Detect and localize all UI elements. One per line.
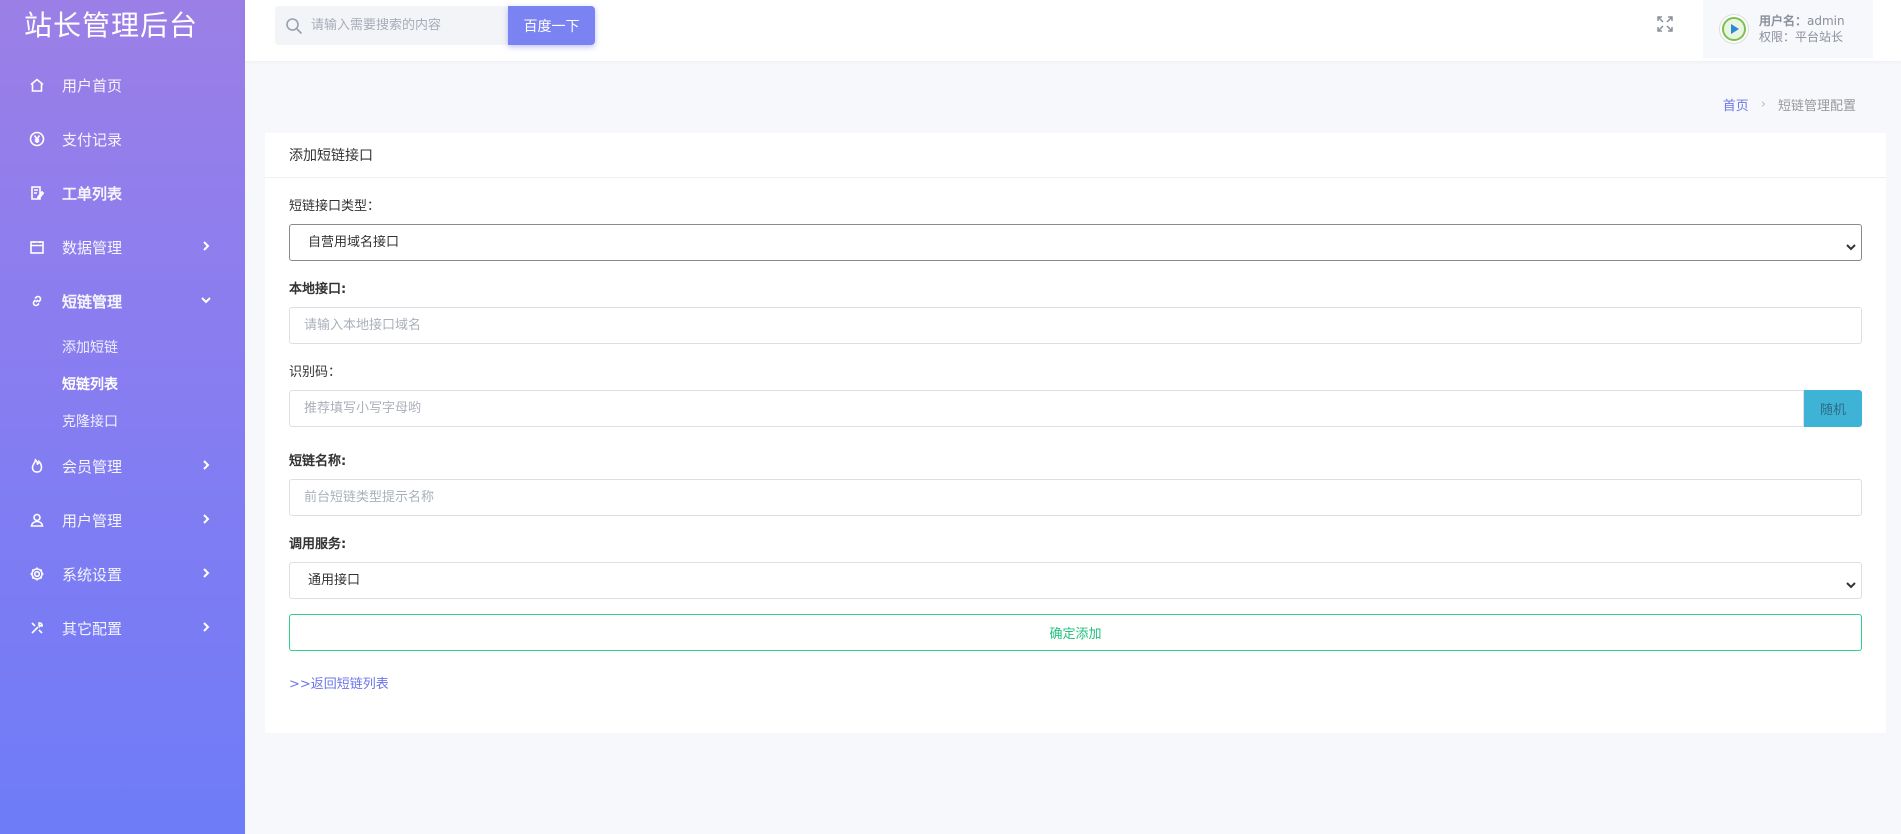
sidebar-subitem-shortlink-list[interactable]: 短链列表 <box>0 365 245 402</box>
user-profile[interactable]: 用户名：admin 权限：平台站长 <box>1703 0 1873 58</box>
sidebar-item-users[interactable]: 用户管理 <box>0 493 245 547</box>
breadcrumb-current: 短链管理配置 <box>1777 99 1856 114</box>
sidebar-item-data[interactable]: 数据管理 <box>0 220 245 274</box>
search-box <box>275 6 508 45</box>
chevron-right-icon <box>201 566 211 582</box>
chevron-right-icon <box>201 512 211 528</box>
random-button[interactable]: 随机 <box>1804 390 1862 427</box>
sidebar-item-label: 会员管理 <box>62 457 123 476</box>
sidebar-item-label: 用户管理 <box>62 511 123 530</box>
local-api-label: 本地接口: <box>289 282 347 297</box>
sidebar-item-label: 短链管理 <box>62 292 123 311</box>
home-icon <box>28 76 46 94</box>
search-button[interactable]: 百度一下 <box>508 6 595 45</box>
sidebar-item-label: 支付记录 <box>62 130 123 149</box>
sidebar: 站长管理后台 用户首页 支付记录 工单列表 数据管理 短链管理 添加短链 短链列… <box>0 0 245 834</box>
chevron-right-icon <box>201 458 211 474</box>
ticket-icon <box>28 184 46 202</box>
chevron-down-icon <box>201 293 211 309</box>
user-role: 平台站长 <box>1795 30 1844 44</box>
name-input[interactable] <box>289 479 1862 516</box>
flame-icon <box>28 457 46 475</box>
sidebar-item-members[interactable]: 会员管理 <box>0 439 245 493</box>
type-select[interactable]: 自营用域名接口 <box>289 224 1862 261</box>
chevron-down-icon <box>1846 575 1856 594</box>
user-icon <box>28 511 46 529</box>
code-row: 随机 <box>289 390 1862 427</box>
sidebar-item-home[interactable]: 用户首页 <box>0 58 245 112</box>
submit-button[interactable]: 确定添加 <box>289 614 1862 651</box>
sidebar-item-settings[interactable]: 系统设置 <box>0 547 245 601</box>
name-label: 短链名称: <box>289 454 347 469</box>
sidebar-item-label: 系统设置 <box>62 565 123 584</box>
gear-icon <box>28 565 46 583</box>
fullscreen-icon[interactable] <box>1656 15 1676 35</box>
breadcrumb: 首页 › 短链管理配置 <box>1723 95 1856 114</box>
sidebar-item-payments[interactable]: 支付记录 <box>0 112 245 166</box>
code-input[interactable] <box>289 390 1804 427</box>
user-name: admin <box>1807 14 1845 28</box>
tools-icon <box>28 619 46 637</box>
app-title: 站长管理后台 <box>24 9 199 42</box>
play-logo-icon <box>1722 17 1746 41</box>
add-shortlink-form: 短链接口类型： 自营用域名接口 本地接口: 识别码： 随机 短链名称: 调用服务… <box>265 200 1886 692</box>
calendar-icon <box>28 238 46 256</box>
sidebar-item-shortlinks[interactable]: 短链管理 <box>0 274 245 328</box>
code-label: 识别码： <box>289 365 342 380</box>
type-label: 短链接口类型： <box>289 199 381 214</box>
type-select-wrap: 自营用域名接口 <box>289 224 1862 261</box>
avatar <box>1719 14 1749 44</box>
yen-icon <box>28 130 46 148</box>
service-select[interactable]: 通用接口 <box>289 562 1862 599</box>
chevron-down-icon <box>1846 237 1856 256</box>
user-name-label: 用户名： <box>1759 14 1808 28</box>
card-title: 添加短链接口 <box>265 133 1886 178</box>
sidebar-subitem-clone-api[interactable]: 克隆接口 <box>0 402 245 439</box>
service-label: 调用服务: <box>289 537 347 552</box>
top-header: 百度一下 用户名：admin 权限：平台站长 <box>245 0 1901 61</box>
local-api-input[interactable] <box>289 307 1862 344</box>
user-info: 用户名：admin 权限：平台站长 <box>1759 13 1845 45</box>
sidebar-item-label: 用户首页 <box>62 76 123 95</box>
link-icon <box>28 292 46 310</box>
back-to-list-link[interactable]: >>返回短链列表 <box>289 673 1862 692</box>
add-shortlink-card: 添加短链接口 短链接口类型： 自营用域名接口 本地接口: 识别码： 随机 短链名… <box>265 133 1886 733</box>
breadcrumb-separator: › <box>1760 97 1766 112</box>
sidebar-item-label: 数据管理 <box>62 238 123 257</box>
role-label: 权限： <box>1759 30 1796 44</box>
service-select-wrap: 通用接口 <box>289 562 1862 599</box>
chevron-right-icon <box>201 239 211 255</box>
sidebar-item-other[interactable]: 其它配置 <box>0 601 245 655</box>
sidebar-item-label: 工单列表 <box>62 184 123 203</box>
chevron-right-icon <box>201 620 211 636</box>
breadcrumb-home[interactable]: 首页 <box>1723 95 1749 114</box>
sidebar-item-tickets[interactable]: 工单列表 <box>0 166 245 220</box>
sidebar-item-label: 其它配置 <box>62 619 123 638</box>
search-icon <box>286 17 303 34</box>
sidebar-subitem-add-shortlink[interactable]: 添加短链 <box>0 328 245 365</box>
search-input[interactable] <box>311 18 491 33</box>
